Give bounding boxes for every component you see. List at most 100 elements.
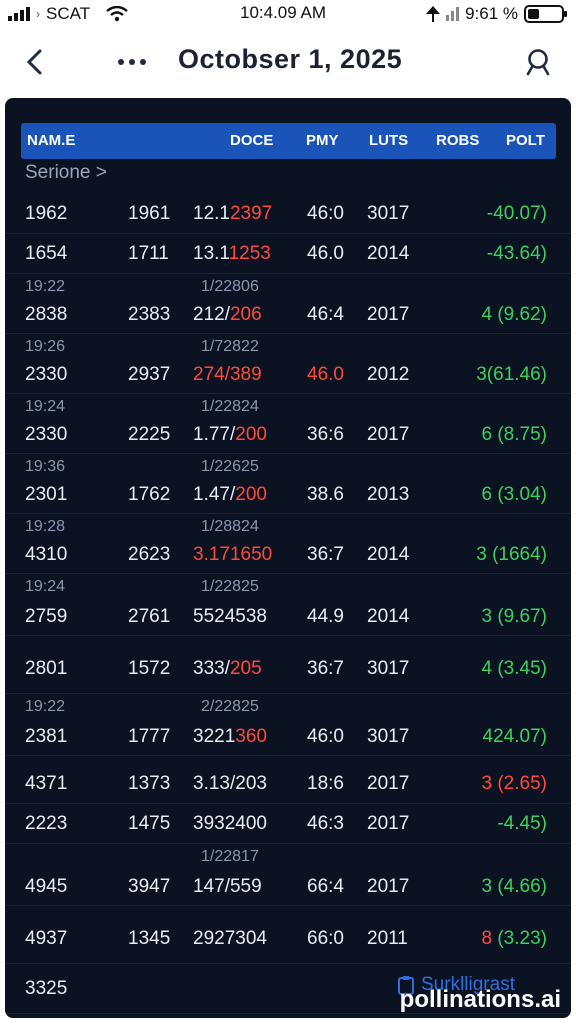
row-price-main: 212/ <box>193 304 230 325</box>
table-row[interactable]: 19:24 1/22825 2759 2761 5524538 44.9 2014 3 (9.… <box>5 574 571 636</box>
row-name: 4937 <box>25 928 68 949</box>
row-polt-change: (3.04) <box>492 484 547 505</box>
table-row[interactable]: 4937 1345 2927304 66:0 2011 8 (3.23) <box>5 914 571 964</box>
table-row[interactable]: 1654 1711 13.11253 46.0 2014 -43.64) <box>5 234 571 274</box>
row-price: 3221360 <box>193 726 267 748</box>
back-button[interactable] <box>16 44 52 80</box>
row-pmy: 46:0 <box>307 203 344 224</box>
signal-strength-icon <box>446 7 460 21</box>
separator-icon: › <box>36 7 40 21</box>
row-polt: 424.07) <box>483 726 547 748</box>
table-row[interactable]: 1/22817 4945 3947 147/559 66:4 2017 3 (4.66) <box>5 844 571 906</box>
table-row[interactable]: 2223 1475 3932400 46:3 2017 -4.45) <box>5 804 571 844</box>
row-polt-change: (4.66) <box>492 876 547 897</box>
row-polt-change: (2.65) <box>492 773 547 794</box>
row-luts: 2013 <box>367 484 410 505</box>
row-price-main: 3.13/203 <box>193 773 267 794</box>
column-header-name[interactable]: NAM.E <box>27 132 75 149</box>
row-price-change: 2397 <box>229 203 273 224</box>
row-polt-change: -40.07) <box>486 203 547 224</box>
row-name: 4945 <box>25 876 68 897</box>
row-value: 3947 <box>128 876 171 897</box>
row-name: 4371 <box>25 773 68 794</box>
row-luts: 2012 <box>367 364 410 385</box>
row-time: 19:36 <box>25 458 66 475</box>
row-value: 2383 <box>128 304 171 325</box>
row-luts: 3017 <box>367 726 410 747</box>
table-row[interactable]: 4371 1373 3.13/203 18:6 2017 3 (2.65) <box>5 764 571 804</box>
row-pmy: 18:6 <box>307 773 344 794</box>
section-link[interactable]: Serione > <box>25 162 107 184</box>
row-price: 3.171650 <box>193 544 272 566</box>
row-luts: 2017 <box>367 304 410 325</box>
row-time: 19:28 <box>25 518 66 535</box>
table-row[interactable]: 1962 1961 12.12397 46:0 3017 -40.07) <box>5 194 571 234</box>
row-polt: 6 (8.75) <box>482 424 548 446</box>
column-header-pmy[interactable]: PMY <box>306 132 339 149</box>
row-polt: -40.07) <box>487 203 547 225</box>
row-luts: 3017 <box>367 658 410 679</box>
table-row[interactable]: 19:36 1/22625 2301 1762 1.47/200 38.6 2013 6 (3… <box>5 454 571 514</box>
chevron-left-icon <box>26 49 42 75</box>
row-price: 333/205 <box>193 658 262 680</box>
row-price-change: 1253 <box>228 243 271 264</box>
row-pmy: 66:4 <box>307 876 344 897</box>
row-subtitle: 1/22824 <box>201 398 259 415</box>
carrier-name: SCAT <box>46 4 91 23</box>
row-polt: -43.64) <box>487 243 547 265</box>
row-polt-change: (9.62) <box>492 304 547 325</box>
row-subtitle: 1/22825 <box>201 578 259 595</box>
row-price-change: 205 <box>229 658 262 679</box>
row-pmy: 36:7 <box>307 544 344 565</box>
row-polt-count: 3 <box>476 364 487 385</box>
row-price: 5524538 <box>193 606 267 628</box>
row-luts: 2014 <box>367 606 410 627</box>
battery-icon <box>524 5 567 23</box>
column-header-doce[interactable]: DOCE <box>230 132 273 149</box>
row-price-main: 2927304 <box>193 928 267 949</box>
row-price: 1.47/200 <box>193 484 267 506</box>
table-row[interactable]: 19:22 1/22806 2838 2383 212/206 46:4 2017 4 (9.… <box>5 274 571 334</box>
row-value: 2761 <box>128 606 171 627</box>
table-row[interactable]: 19:22 2/22825 2381 1777 3221360 46:0 3017 424.0… <box>5 694 571 756</box>
row-value: 1475 <box>128 813 171 834</box>
row-price-main: 1.47/ <box>193 484 236 505</box>
row-polt-change: -43.64) <box>486 243 547 264</box>
row-subtitle: 1/72822 <box>201 338 259 355</box>
row-name: 2330 <box>25 424 68 445</box>
row-polt-count: 3 <box>481 876 493 897</box>
table-row[interactable]: 19:28 1/28824 4310 2623 3.171650 36:7 2014 3 (1… <box>5 514 571 574</box>
row-pmy: 46:0 <box>307 726 344 747</box>
row-pmy: 36:6 <box>307 424 344 445</box>
cellular-signal-icon <box>8 7 30 21</box>
column-header-robs[interactable]: ROBS <box>436 132 479 149</box>
row-polt: 3 (1664) <box>476 544 547 566</box>
row-price: 274/389 <box>193 364 262 386</box>
table-row[interactable]: 2801 1572 333/205 36:7 3017 4 (3.45) <box>5 644 571 694</box>
row-price-main: 1.77/ <box>193 424 236 445</box>
row-price-main: 333/ <box>193 658 230 679</box>
search-button[interactable] <box>520 44 556 80</box>
row-polt: 3 (2.65) <box>482 773 548 795</box>
row-polt-count: 3 <box>481 773 493 794</box>
navigation-bar: Octobser 1, 2025 <box>0 30 576 94</box>
table-row[interactable]: 19:24 1/22824 2330 2225 1.77/200 36:6 2017 6 (8… <box>5 394 571 454</box>
column-header-polt[interactable]: POLT <box>506 132 545 149</box>
more-options-button[interactable] <box>112 48 152 76</box>
row-value: 1345 <box>128 928 171 949</box>
dot-icon <box>118 59 124 65</box>
row-time: 19:26 <box>25 338 66 355</box>
table-row[interactable]: 19:26 1/72822 2330 2937 274/389 46.0 2012 3(61.… <box>5 334 571 394</box>
row-price: 12.12397 <box>193 203 272 225</box>
row-time: 19:22 <box>25 698 66 715</box>
row-value: 2623 <box>128 544 171 565</box>
row-polt-change: 424.07) <box>482 726 547 747</box>
row-name: 4310 <box>25 544 68 565</box>
row-subtitle: 1/22817 <box>201 848 259 865</box>
row-time: 19:24 <box>25 398 66 415</box>
row-polt-count: 3 <box>481 606 493 627</box>
column-header-luts[interactable]: LUTS <box>369 132 408 149</box>
row-name: 2330 <box>25 364 68 385</box>
row-price-main: 147/559 <box>193 876 262 897</box>
row-pmy: 46.0 <box>307 243 344 264</box>
